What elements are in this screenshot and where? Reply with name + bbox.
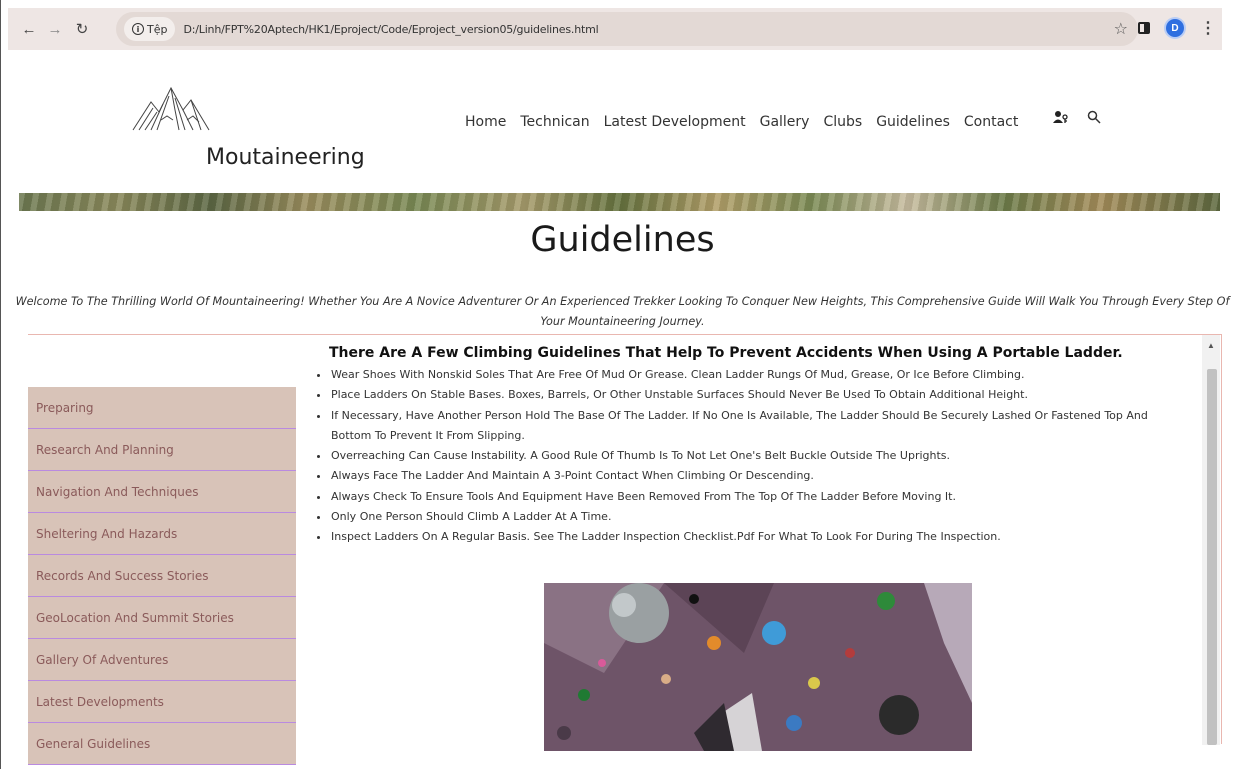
nav-contact[interactable]: Contact <box>964 114 1018 130</box>
page-frame: ← → ↻ i Tệp D:/Linh/FPT%20Aptech/HK1/Epr… <box>0 0 1243 769</box>
climbing-wall-photo <box>544 583 972 751</box>
user-icon[interactable] <box>1053 110 1069 124</box>
sidebar-item-research[interactable]: Research And Planning <box>28 429 296 471</box>
nav-clubs[interactable]: Clubs <box>823 114 862 130</box>
section-heading: There Are A Few Climbing Guidelines That… <box>329 345 1123 361</box>
list-item: If Necessary, Have Another Person Hold T… <box>330 406 1190 447</box>
sidebar: Preparing Research And Planning Navigati… <box>28 387 296 765</box>
list-item: Overreaching Can Cause Instability. A Go… <box>330 446 1190 466</box>
sidebar-item-navigation[interactable]: Navigation And Techniques <box>28 471 296 513</box>
list-item: Always Check To Ensure Tools And Equipme… <box>330 487 1190 507</box>
scroll-thumb[interactable] <box>1207 369 1217 745</box>
nav-home[interactable]: Home <box>465 114 506 130</box>
page-title: Guidelines <box>530 220 715 260</box>
star-icon[interactable]: ☆ <box>1114 19 1128 38</box>
site-info-label: Tệp <box>147 22 168 36</box>
sidebar-item-general-guidelines[interactable]: General Guidelines <box>28 723 296 765</box>
intro-text: Welcome To The Thrilling World Of Mounta… <box>15 295 1230 328</box>
hero-banner-image <box>19 193 1220 211</box>
list-item: Wear Shoes With Nonskid Soles That Are F… <box>330 365 1190 385</box>
nav-gallery[interactable]: Gallery <box>760 114 810 130</box>
site-info-chip[interactable]: i Tệp <box>124 17 176 41</box>
kebab-menu-icon[interactable]: ⋮ <box>1200 18 1216 38</box>
reload-icon[interactable]: ↻ <box>71 18 93 40</box>
scroll-up-icon[interactable]: ▲ <box>1202 341 1220 350</box>
sidebar-item-sheltering[interactable]: Sheltering And Hazards <box>28 513 296 555</box>
info-icon: i <box>132 23 144 35</box>
sidebar-item-geolocation[interactable]: GeoLocation And Summit Stories <box>28 597 296 639</box>
nav-technican[interactable]: Technican <box>520 114 589 130</box>
forward-arrow-icon[interactable]: → <box>44 18 66 40</box>
content-scrollbar[interactable]: ▲ <box>1202 335 1220 745</box>
brand-logo[interactable]: Moutaineering <box>126 80 366 180</box>
brand-name: Moutaineering <box>206 145 365 170</box>
main-content: There Are A Few Climbing Guidelines That… <box>312 341 1190 751</box>
nav-guidelines[interactable]: Guidelines <box>876 114 950 130</box>
url-text[interactable]: D:/Linh/FPT%20Aptech/HK1/Eproject/Code/E… <box>183 23 598 36</box>
sidebar-item-latest[interactable]: Latest Developments <box>28 681 296 723</box>
side-panel-icon[interactable] <box>1138 22 1150 34</box>
search-icon[interactable] <box>1087 110 1101 124</box>
back-arrow-icon[interactable]: ← <box>18 18 40 40</box>
sidebar-item-preparing[interactable]: Preparing <box>28 387 296 429</box>
list-item: Always Face The Ladder And Maintain A 3-… <box>330 466 1190 486</box>
browser-toolbar: ← → ↻ i Tệp D:/Linh/FPT%20Aptech/HK1/Epr… <box>8 8 1222 50</box>
list-item: Only One Person Should Climb A Ladder At… <box>330 507 1190 527</box>
nav-latest-development[interactable]: Latest Development <box>604 114 746 130</box>
list-item: Inspect Ladders On A Regular Basis. See … <box>330 527 1190 547</box>
sidebar-item-records[interactable]: Records And Success Stories <box>28 555 296 597</box>
address-bar[interactable]: i Tệp D:/Linh/FPT%20Aptech/HK1/Eproject/… <box>116 12 1138 46</box>
main-nav: Home Technican Latest Development Galler… <box>465 114 1018 130</box>
sidebar-item-gallery[interactable]: Gallery Of Adventures <box>28 639 296 681</box>
content-section: Preparing Research And Planning Navigati… <box>28 334 1222 765</box>
guideline-list: Wear Shoes With Nonskid Soles That Are F… <box>312 365 1190 548</box>
profile-avatar[interactable]: D <box>1166 19 1184 37</box>
mountain-logo-icon <box>132 86 210 131</box>
list-item: Place Ladders On Stable Bases. Boxes, Ba… <box>330 385 1190 405</box>
